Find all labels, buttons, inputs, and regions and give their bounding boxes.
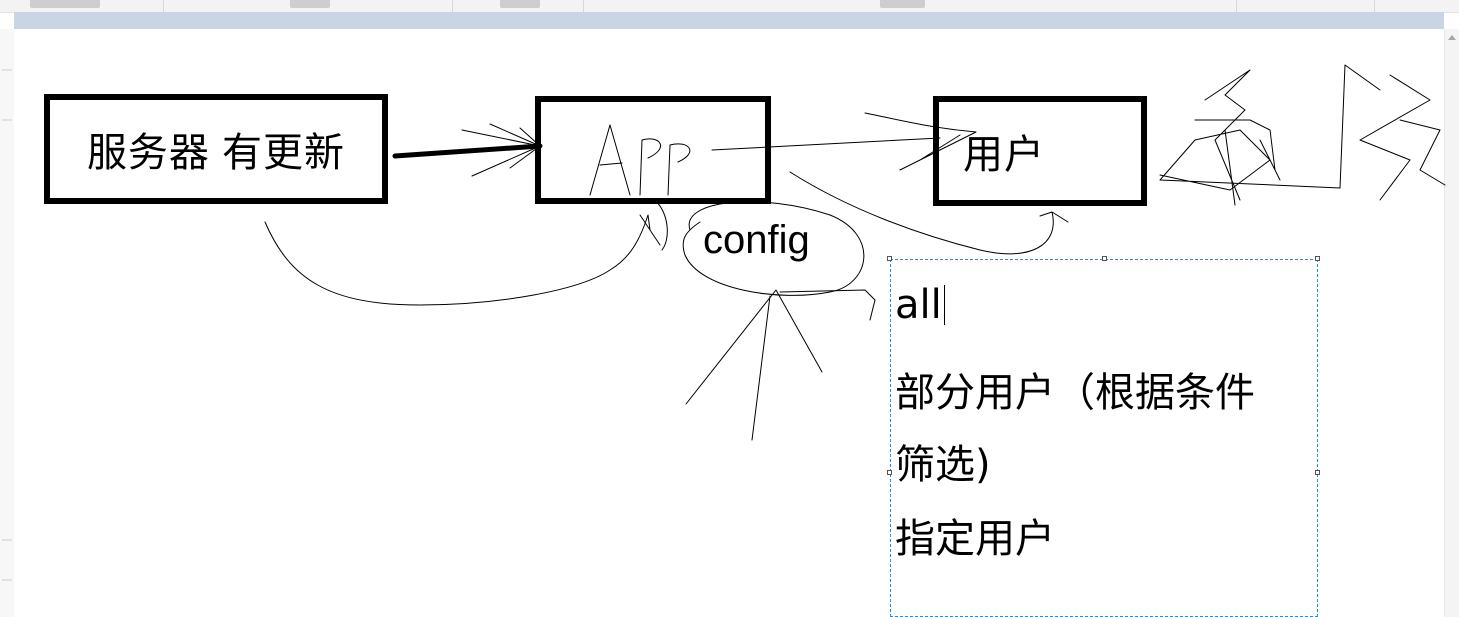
resize-handle-top-middle[interactable] <box>1102 256 1107 261</box>
resize-handle-middle-left[interactable] <box>887 470 892 475</box>
config-up-arrow <box>685 289 823 441</box>
config-loop-tail <box>779 289 876 321</box>
textbox-line-partial-users[interactable]: 部分用户（根据条件 <box>895 360 1255 418</box>
user-box-label: 用户 <box>963 133 1045 177</box>
textbox-line-all[interactable]: all <box>895 282 942 328</box>
app-box[interactable] <box>535 96 771 204</box>
resize-handle-middle-right[interactable] <box>1315 470 1320 475</box>
config-label: config <box>703 218 810 262</box>
user-box[interactable]: 用户 <box>933 96 1147 206</box>
selected-text-box[interactable]: all 部分用户（根据条件 筛选) 指定用户 <box>890 259 1318 617</box>
scribble-right <box>1159 64 1446 206</box>
resize-handle-top-right[interactable] <box>1315 256 1320 261</box>
textbox-line-specified-users[interactable]: 指定用户 <box>895 506 1055 564</box>
server-box-label: 服务器 有更新 <box>86 131 346 175</box>
server-box[interactable]: 服务器 有更新 <box>44 94 388 204</box>
server-to-app-curve <box>264 214 661 306</box>
server-to-app-arrow <box>392 143 543 159</box>
textbox-line-filter[interactable]: 筛选) <box>895 432 991 490</box>
text-caret <box>944 285 945 325</box>
resize-handle-top-left[interactable] <box>887 256 892 261</box>
